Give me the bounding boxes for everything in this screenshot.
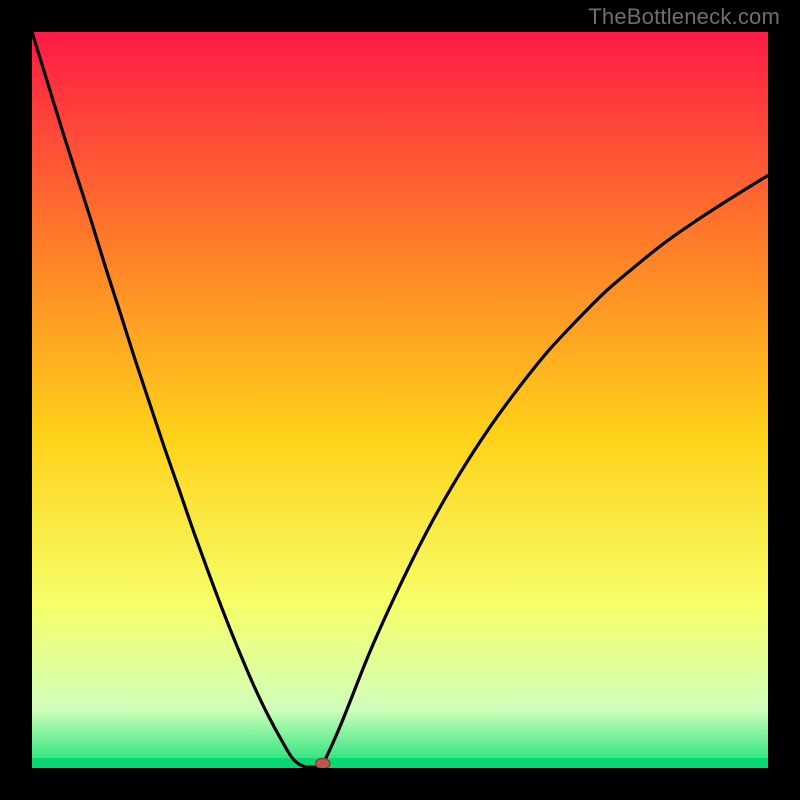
gradient-background	[32, 32, 768, 768]
chart-frame: TheBottleneck.com	[0, 0, 800, 800]
bottleneck-curve-chart	[32, 32, 768, 768]
watermark-text: TheBottleneck.com	[588, 4, 780, 30]
bottom-axis-band	[32, 758, 768, 768]
optimal-point-marker	[316, 758, 330, 768]
plot-area	[32, 32, 768, 768]
